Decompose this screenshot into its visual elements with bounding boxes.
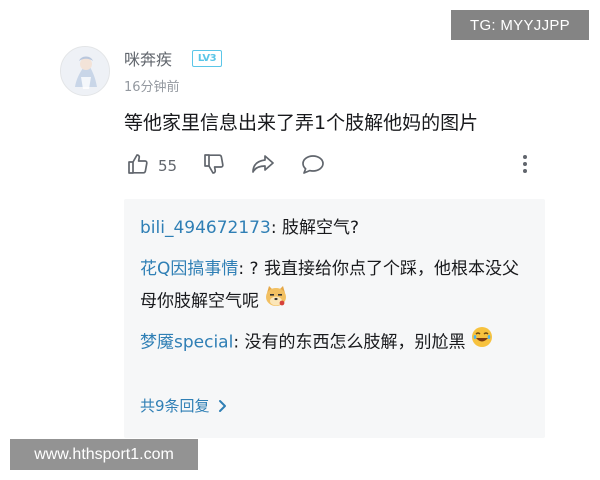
like-button[interactable]: 55 xyxy=(126,152,177,180)
reply-text: 肢解空气? xyxy=(281,218,359,238)
reply-item: 梦魇special: 没有的东西怎么肢解，别尬黑 xyxy=(140,326,535,359)
comment-text: 等他家里信息出来了弄1个肢解他妈的图片 xyxy=(124,112,479,134)
view-more-replies-link[interactable]: 共9条回复 xyxy=(140,395,228,416)
share-button[interactable] xyxy=(250,152,276,180)
reply-separator: : xyxy=(233,332,245,353)
reply-button[interactable] xyxy=(300,152,326,180)
reply-item: 花Q因搞事情: ? 我直接给你点了个踩，他根本没父母你肢解空气呢 xyxy=(140,254,535,318)
like-count: 55 xyxy=(158,157,178,175)
comment-username[interactable]: 咪奔疾 xyxy=(124,46,172,70)
laugh-emoji-icon xyxy=(471,326,493,359)
more-options-button[interactable] xyxy=(520,152,530,180)
comment-actions: 55 xyxy=(126,152,546,180)
doge-emoji-icon xyxy=(264,285,288,318)
reply-separator: : xyxy=(270,218,282,238)
level-badge: LV3 xyxy=(192,50,222,67)
watermark-website: www.hthsport1.com xyxy=(10,439,198,470)
more-replies-label: 共9条回复 xyxy=(140,397,210,415)
watermark-telegram: TG: MYYJJPP xyxy=(451,10,589,40)
reply-author[interactable]: bili_494672173 xyxy=(140,218,271,238)
chevron-right-icon xyxy=(218,399,228,413)
share-icon xyxy=(250,152,276,180)
dislike-button[interactable] xyxy=(202,152,226,180)
comment-time: 16分钟前 xyxy=(124,80,180,95)
more-vertical-icon xyxy=(520,152,530,180)
reply-author[interactable]: 梦魇special xyxy=(140,333,233,353)
thumbs-down-icon xyxy=(202,152,226,180)
thumbs-up-icon xyxy=(126,152,150,180)
replies-panel: bili_494672173: 肢解空气? 花Q因搞事情: ? 我直接给你点了个… xyxy=(124,199,545,438)
reply-item: bili_494672173: 肢解空气? xyxy=(140,213,535,244)
reply-separator: : xyxy=(238,259,250,279)
reply-text: 没有的东西怎么肢解，别尬黑 xyxy=(244,332,466,353)
reply-author[interactable]: 花Q因搞事情 xyxy=(140,259,238,279)
reply-bubble-icon xyxy=(300,152,326,180)
avatar[interactable] xyxy=(60,46,110,96)
